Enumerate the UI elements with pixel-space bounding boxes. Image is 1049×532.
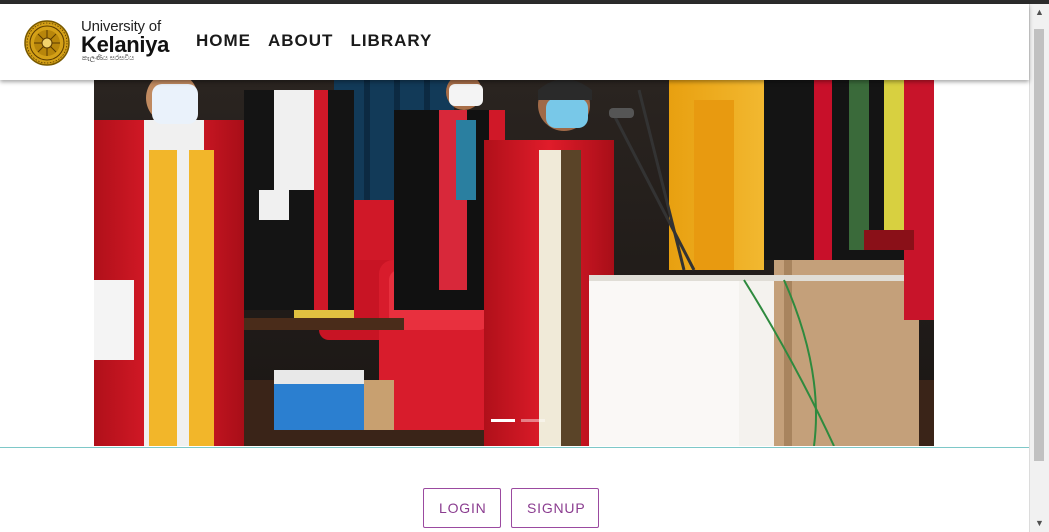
university-wordmark: University of Kelaniya කැලණිය සරසවිය: [81, 19, 169, 63]
nav-library[interactable]: LIBRARY: [350, 31, 432, 51]
university-seal-icon: [24, 20, 70, 66]
nav-about[interactable]: ABOUT: [268, 31, 333, 51]
university-logo[interactable]: University of Kelaniya කැලණිය සරසවිය: [24, 19, 169, 67]
main-nav: HOME ABOUT LIBRARY: [196, 31, 432, 51]
scroll-down-arrow-icon[interactable]: ▼: [1030, 515, 1049, 532]
page: University of Kelaniya කැලණිය සරසවිය HOM…: [0, 4, 1030, 532]
navbar: University of Kelaniya කැලණිය සරසවිය HOM…: [0, 4, 1029, 80]
carousel-indicator-1[interactable]: [491, 419, 515, 422]
hero-section: [0, 80, 1030, 448]
vertical-scrollbar[interactable]: ▲ ▼: [1029, 4, 1049, 532]
auth-buttons: LOGIN SIGNUP: [423, 488, 599, 528]
ceremony-photo: [94, 80, 934, 446]
login-button[interactable]: LOGIN: [423, 488, 501, 528]
scroll-up-arrow-icon[interactable]: ▲: [1030, 4, 1049, 21]
wordmark-line2: Kelaniya: [81, 32, 170, 57]
nav-home[interactable]: HOME: [196, 31, 251, 51]
carousel-indicators: [491, 419, 545, 422]
image-carousel[interactable]: [94, 80, 934, 446]
carousel-indicator-2[interactable]: [521, 419, 545, 422]
signup-button[interactable]: SIGNUP: [511, 488, 599, 528]
scrollbar-thumb[interactable]: [1034, 29, 1044, 461]
